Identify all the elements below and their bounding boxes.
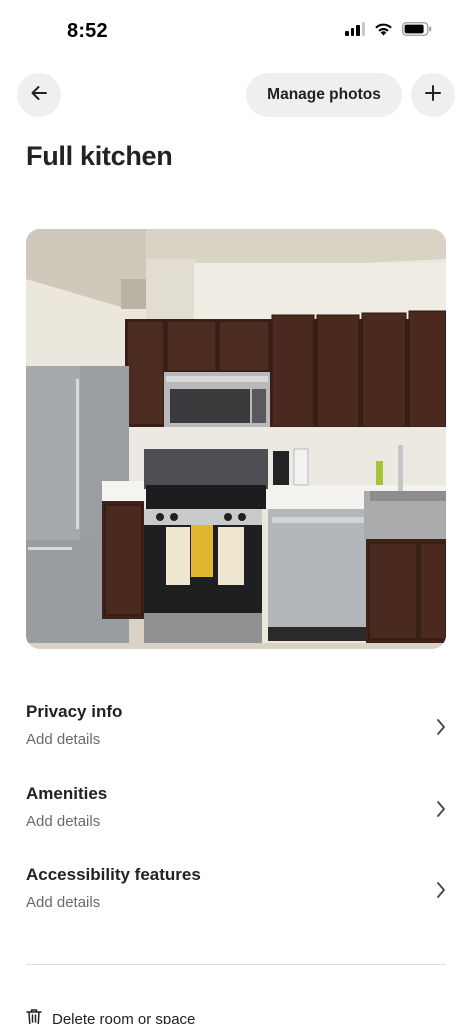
- plus-icon: [424, 84, 442, 107]
- back-button[interactable]: [17, 73, 61, 117]
- row-subtitle: Add details: [26, 894, 101, 911]
- privacy-info-row[interactable]: Privacy info Add details: [26, 702, 446, 758]
- accessibility-features-row[interactable]: Accessibility features Add details: [26, 865, 446, 921]
- chevron-right-icon: [436, 800, 446, 823]
- trash-icon: [26, 1008, 42, 1024]
- divider: [26, 964, 446, 965]
- arrow-left-icon: [30, 84, 48, 107]
- kitchen-photo[interactable]: [26, 229, 446, 649]
- manage-photos-button[interactable]: Manage photos: [246, 73, 402, 117]
- delete-room-label: Delete room or space: [52, 1011, 196, 1024]
- cellular-signal-icon: [345, 22, 365, 36]
- row-title: Amenities: [26, 784, 108, 803]
- battery-icon: [402, 22, 432, 36]
- page-title: Full kitchen: [26, 141, 173, 171]
- status-time: 8:52: [67, 20, 108, 42]
- chevron-right-icon: [436, 881, 446, 904]
- row-title: Privacy info: [26, 702, 123, 721]
- status-icons: [345, 22, 432, 36]
- amenities-row[interactable]: Amenities Add details: [26, 784, 446, 840]
- row-subtitle: Add details: [26, 731, 101, 748]
- status-bar: 8:52: [0, 0, 472, 62]
- wifi-icon: [374, 22, 393, 36]
- row-title: Accessibility features: [26, 865, 201, 884]
- row-subtitle: Add details: [26, 813, 101, 830]
- chevron-right-icon: [436, 718, 446, 741]
- add-photo-button[interactable]: [411, 73, 455, 117]
- delete-room-button[interactable]: Delete room or space: [26, 1008, 195, 1024]
